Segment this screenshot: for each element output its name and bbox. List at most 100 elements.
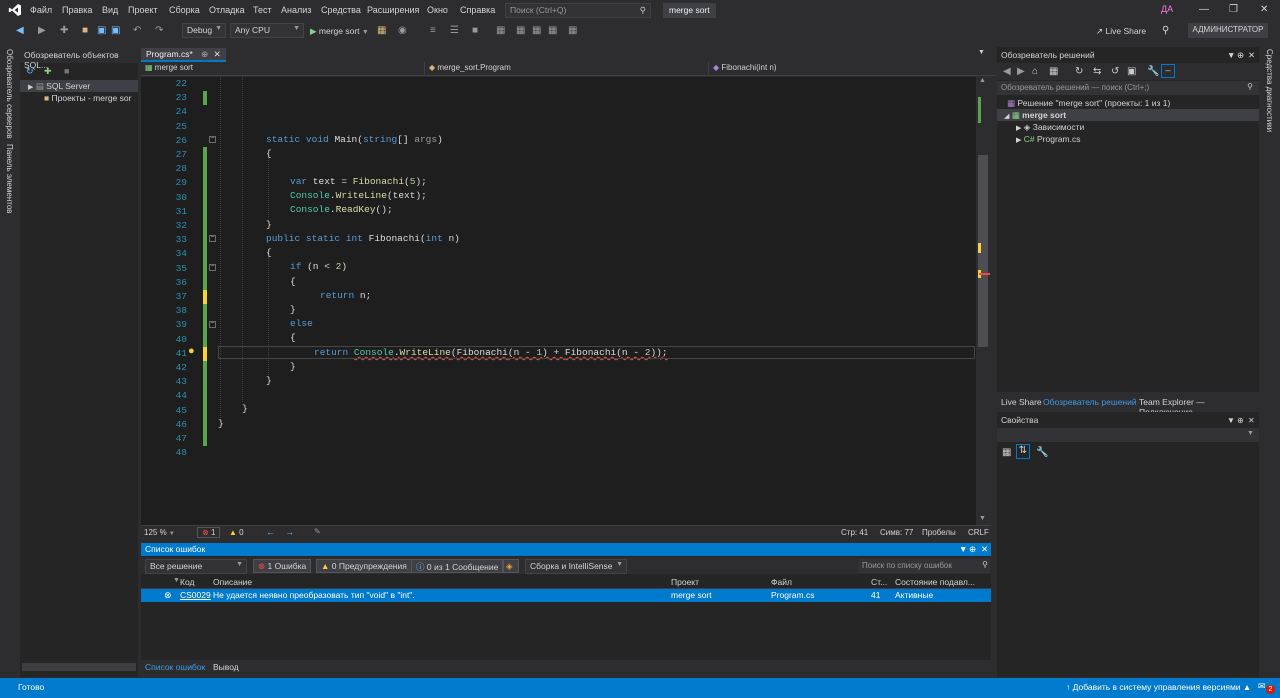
nav-forward-icon[interactable]: →	[285, 527, 294, 537]
col-file[interactable]: Файл	[771, 577, 792, 587]
back-icon[interactable]: ◀	[1003, 66, 1011, 77]
panel-icon[interactable]: ▦	[532, 25, 541, 36]
scroll-down-icon[interactable]: ▼	[979, 515, 986, 522]
menu-extensions[interactable]: Расширения	[367, 5, 419, 15]
open-folder-icon[interactable]: ■	[82, 25, 88, 36]
close-tab-icon[interactable]: ✕	[214, 49, 221, 59]
error-count-indicator[interactable]: ⊗ 1	[197, 527, 221, 538]
pin-icon[interactable]: ⊕	[1237, 50, 1244, 61]
menu-edit[interactable]: Правка	[62, 5, 92, 15]
config-select[interactable]: Debug ▼	[182, 23, 226, 38]
new-project-icon[interactable]: ✚	[60, 25, 68, 36]
solution-search-input[interactable]: Обозреватель решений — поиск (Ctrl+;) ⚲	[997, 81, 1259, 95]
tab-error-list[interactable]: Список ошибок	[145, 662, 205, 672]
sync-icon[interactable]: ⇆	[1093, 66, 1101, 77]
nav-member-select[interactable]: ◆ Fibonachi(int n)	[709, 62, 993, 75]
close-icon[interactable]: ✕	[1260, 4, 1268, 15]
collapse-icon[interactable]: −	[209, 264, 216, 271]
close-icon[interactable]: ✕	[1248, 416, 1255, 425]
close-icon[interactable]: ✕	[981, 544, 988, 555]
error-search-input[interactable]: Поиск по списку ошибок ⚲	[858, 559, 990, 573]
menu-tools[interactable]: Средства	[321, 5, 361, 15]
tree-item-program-cs[interactable]: ▶ C# Program.cs	[1016, 134, 1080, 144]
forward-icon[interactable]: ▶	[1017, 66, 1025, 77]
col-description[interactable]: Описание	[213, 577, 252, 587]
menu-test[interactable]: Тест	[253, 5, 272, 15]
table-row[interactable]: ⊗ CS0029 Не удается неявно преобразовать…	[141, 589, 991, 602]
menu-file[interactable]: Файл	[30, 5, 52, 15]
messages-filter-button[interactable]: ⓘ 0 из 1 Сообщение	[411, 559, 504, 573]
panel-menu-icon[interactable]: ▼	[959, 544, 967, 554]
toolbox-tab[interactable]: Панель элементов	[5, 144, 14, 214]
save-icon[interactable]: ▣	[97, 25, 106, 36]
toggle-icon[interactable]: ▦	[496, 25, 505, 36]
tree-item-projects[interactable]: ■ Проекты - merge sor	[44, 93, 131, 103]
panel-icon[interactable]: ▦	[568, 25, 577, 36]
errors-filter-button[interactable]: ⊗ 1 Ошибка	[253, 559, 312, 573]
categorized-icon[interactable]: ▦	[1002, 447, 1011, 458]
col-line[interactable]: Ст...	[871, 577, 887, 587]
horizontal-scrollbar[interactable]	[22, 663, 136, 671]
properties-object-select[interactable]: ▼	[997, 428, 1259, 442]
user-avatar[interactable]: ДА	[1161, 4, 1173, 14]
save-all-icon[interactable]: ▣	[111, 25, 120, 36]
redo-icon[interactable]: ↷	[155, 25, 163, 36]
restore-icon[interactable]: ❐	[1229, 4, 1238, 15]
zoom-select[interactable]: 125 % ▼	[144, 528, 175, 537]
add-server-icon[interactable]: ✚	[44, 66, 52, 77]
col-project[interactable]: Проект	[671, 577, 699, 587]
run-button[interactable]: ▶ merge sort ▼	[310, 26, 369, 37]
bookmark-icon[interactable]: ■	[472, 25, 478, 36]
platform-select[interactable]: Any CPU ▼	[230, 23, 304, 38]
pin-icon[interactable]: ⊕	[1237, 416, 1244, 425]
close-icon[interactable]: ✕	[1248, 50, 1255, 61]
tab-solution-explorer[interactable]: Обозреватель решений	[1043, 397, 1137, 407]
col-suppression[interactable]: Состояние подавл...	[895, 577, 975, 587]
menu-debug[interactable]: Отладка	[209, 5, 245, 15]
refresh-icon[interactable]: ↺	[1111, 66, 1119, 77]
undo-icon[interactable]: ↶	[133, 25, 141, 36]
tree-item-project[interactable]: ◢ ▦ merge sort	[1004, 110, 1066, 121]
forward-icon[interactable]: ▶	[38, 25, 46, 36]
home-icon[interactable]: ⌂	[1032, 66, 1038, 77]
tab-live-share[interactable]: Live Share	[1001, 397, 1042, 407]
format-icon[interactable]: ≡	[430, 25, 436, 36]
notifications-icon[interactable]: ✉	[1258, 681, 1266, 692]
source-control-button[interactable]: ↑ Добавить в систему управления версиями…	[1066, 682, 1251, 692]
diagnostics-tab[interactable]: Средства диагностики	[1265, 49, 1274, 132]
code-cleanup-icon[interactable]: ✎	[314, 527, 321, 536]
tree-item-solution[interactable]: ▦ Решение "merge sort" (проекты: 1 из 1)	[1007, 98, 1170, 109]
tab-program-cs[interactable]: Program.cs* ⊕ ✕	[141, 48, 226, 62]
alphabetical-icon[interactable]: ⇅	[1016, 444, 1030, 459]
editor-vertical-scrollbar[interactable]: ▲ ▼	[977, 77, 991, 525]
switch-views-icon[interactable]: ▦	[1049, 66, 1058, 77]
panel-icon[interactable]: ▦	[548, 25, 557, 36]
lightbulb-icon[interactable]: ●	[188, 345, 195, 357]
panel-icon[interactable]: ▦	[516, 25, 525, 36]
whitespace-indicator[interactable]: Пробелы	[922, 528, 956, 537]
scroll-up-icon[interactable]: ▲	[979, 77, 986, 84]
panel-menu-icon[interactable]: ▼	[1227, 416, 1235, 425]
tab-dropdown-icon[interactable]: ▼	[978, 49, 985, 56]
server-explorer-tab[interactable]: Обозреватель серверов	[5, 49, 14, 139]
nav-back-icon[interactable]: ←	[266, 527, 275, 537]
minimize-icon[interactable]: —	[1199, 4, 1209, 15]
eol-indicator[interactable]: CRLF	[968, 528, 989, 537]
menu-view[interactable]: Вид	[102, 5, 118, 15]
build-filter-select[interactable]: Сборка и IntelliSense ▼	[525, 559, 627, 574]
tree-item-dependencies[interactable]: ▶ ◈ Зависимости	[1016, 122, 1084, 133]
tree-item-sql-server[interactable]: ▶ ▤ SQL Server	[28, 81, 90, 92]
properties-icon[interactable]: 🔧	[1147, 66, 1159, 77]
warnings-filter-button[interactable]: ▲ 0 Предупреждения	[316, 559, 412, 573]
collapse-icon[interactable]: −	[209, 321, 216, 328]
panel-menu-icon[interactable]: ▼	[1227, 50, 1235, 60]
tab-output[interactable]: Вывод	[213, 662, 239, 672]
menu-window[interactable]: Окно	[427, 5, 448, 15]
menu-analyze[interactable]: Анализ	[281, 5, 311, 15]
error-code-link[interactable]: CS0029	[180, 590, 211, 600]
comment-icon[interactable]: ☰	[450, 25, 459, 36]
diagnostics-icon[interactable]: ◉	[398, 25, 407, 36]
menu-project[interactable]: Проект	[128, 5, 158, 15]
menu-build[interactable]: Сборка	[169, 5, 200, 15]
collapse-icon[interactable]: −	[209, 235, 216, 242]
